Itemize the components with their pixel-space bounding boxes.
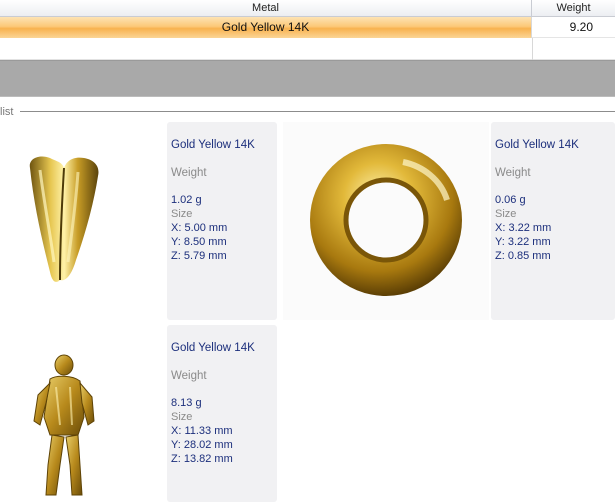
- figure-icon: [33, 354, 95, 496]
- item-size-x: X: 5.00 mm: [171, 222, 228, 234]
- item-weight: 8.13 g: [171, 397, 202, 409]
- grid-empty-row: [0, 38, 615, 60]
- item-thumbnail-1[interactable]: [0, 122, 166, 320]
- metal-grid[interactable]: Metal Weight Gold Yellow 14K 9.20: [0, 0, 615, 60]
- cell-weight[interactable]: 9.20: [532, 17, 615, 38]
- size-label: Size: [171, 411, 193, 423]
- column-header-metal[interactable]: Metal: [0, 0, 532, 17]
- item-weight: 0.06 g: [495, 194, 526, 206]
- item-metal: Gold Yellow 14K: [171, 342, 255, 354]
- item-size-z: Z: 0.85 mm: [495, 250, 551, 262]
- groupbox-border: [20, 111, 615, 112]
- item-thumbnail-3[interactable]: [0, 325, 166, 502]
- item-thumbnail-2[interactable]: [283, 122, 489, 320]
- size-label: Size: [171, 208, 193, 220]
- cell-metal[interactable]: Gold Yellow 14K: [0, 17, 532, 38]
- item-info-1: Gold Yellow 14K Weight 1.02 g Size X: 5.…: [167, 122, 277, 320]
- grid-header: Metal Weight: [0, 0, 615, 17]
- item-size-x: X: 3.22 mm: [495, 222, 552, 234]
- item-size-z: Z: 5.79 mm: [171, 250, 227, 262]
- gray-panel: [0, 60, 615, 97]
- item-metal: Gold Yellow 14K: [171, 139, 255, 151]
- column-separator: [532, 38, 533, 60]
- groupbox-caption: list: [0, 106, 17, 118]
- grid-row-selected[interactable]: Gold Yellow 14K 9.20: [0, 17, 615, 38]
- item-size-z: Z: 13.82 mm: [171, 453, 233, 465]
- weight-label: Weight: [171, 370, 207, 382]
- item-size-y: Y: 3.22 mm: [495, 236, 551, 248]
- item-info-3: Gold Yellow 14K Weight 8.13 g Size X: 11…: [167, 325, 277, 502]
- item-size-y: Y: 8.50 mm: [171, 236, 227, 248]
- column-header-weight[interactable]: Weight: [532, 0, 615, 17]
- item-info-2: Gold Yellow 14K Weight 0.06 g Size X: 3.…: [491, 122, 615, 320]
- item-size-x: X: 11.33 mm: [171, 425, 233, 437]
- size-label: Size: [495, 208, 517, 220]
- item-metal: Gold Yellow 14K: [495, 139, 579, 151]
- pendant-bail-icon: [29, 156, 99, 282]
- item-weight: 1.02 g: [171, 194, 202, 206]
- item-size-y: Y: 28.02 mm: [171, 439, 233, 451]
- weight-label: Weight: [495, 167, 531, 179]
- ring-icon: [310, 144, 462, 296]
- weight-label: Weight: [171, 167, 207, 179]
